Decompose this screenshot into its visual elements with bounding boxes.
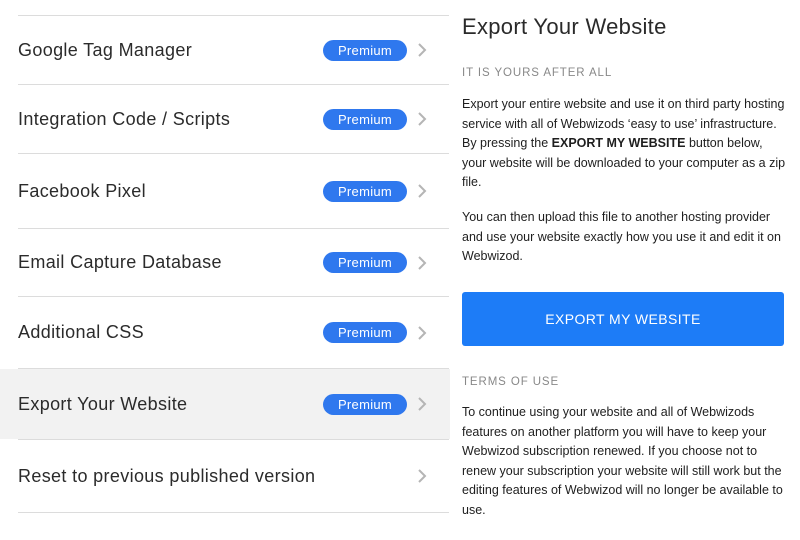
settings-item-export-your-website[interactable]: Export Your Website Premium bbox=[0, 369, 450, 439]
settings-item-label: Google Tag Manager bbox=[18, 39, 193, 60]
settings-list: Google Tag Manager Premium Integration C… bbox=[0, 0, 450, 540]
settings-item-integration-code[interactable]: Integration Code / Scripts Premium bbox=[0, 85, 450, 153]
settings-item-label: Integration Code / Scripts bbox=[18, 108, 231, 129]
premium-badge: Premium bbox=[323, 252, 407, 273]
chevron-right-icon bbox=[414, 183, 430, 199]
chevron-right-icon bbox=[414, 42, 430, 58]
upload-text: You can then upload this file to another… bbox=[462, 210, 781, 263]
panel-title: Export Your Website bbox=[462, 14, 667, 39]
premium-badge: Premium bbox=[323, 180, 407, 202]
settings-item-reset-version[interactable]: Reset to previous published version bbox=[0, 440, 450, 512]
settings-item-email-capture-database[interactable]: Email Capture Database Premium bbox=[0, 229, 450, 296]
settings-item-label: Additional CSS bbox=[18, 322, 144, 342]
panel-subtitle: IT IS YOURS AFTER ALL bbox=[462, 67, 613, 79]
chevron-right-icon bbox=[414, 396, 430, 412]
settings-item-label: Facebook Pixel bbox=[18, 180, 146, 201]
chevron-right-icon bbox=[414, 468, 430, 484]
settings-item-label: Reset to previous published version bbox=[18, 465, 316, 486]
intro-bold-text: EXPORT MY WEBSITE bbox=[551, 136, 686, 150]
premium-badge: Premium bbox=[323, 393, 407, 415]
settings-item-google-tag-manager[interactable]: Google Tag Manager Premium bbox=[0, 16, 450, 84]
export-my-website-button[interactable]: EXPORT MY WEBSITE bbox=[462, 292, 784, 346]
settings-item-label: Email Capture Database bbox=[18, 252, 222, 272]
premium-badge: Premium bbox=[323, 322, 407, 343]
terms-text: To continue using your website and all o… bbox=[462, 405, 783, 517]
export-panel: Export Your Website IT IS YOURS AFTER AL… bbox=[462, 0, 792, 540]
settings-item-additional-css[interactable]: Additional CSS Premium bbox=[0, 297, 450, 368]
settings-item-label: Export Your Website bbox=[18, 393, 188, 414]
chevron-right-icon bbox=[414, 255, 430, 271]
chevron-right-icon bbox=[414, 111, 430, 127]
terms-label: TERMS OF USE bbox=[462, 376, 560, 388]
intro-text: Export your entire website and use it on… bbox=[462, 97, 786, 189]
premium-badge: Premium bbox=[323, 39, 407, 61]
premium-badge: Premium bbox=[323, 108, 407, 130]
settings-item-facebook-pixel[interactable]: Facebook Pixel Premium bbox=[0, 154, 450, 228]
chevron-right-icon bbox=[414, 325, 430, 341]
divider bbox=[18, 512, 449, 513]
